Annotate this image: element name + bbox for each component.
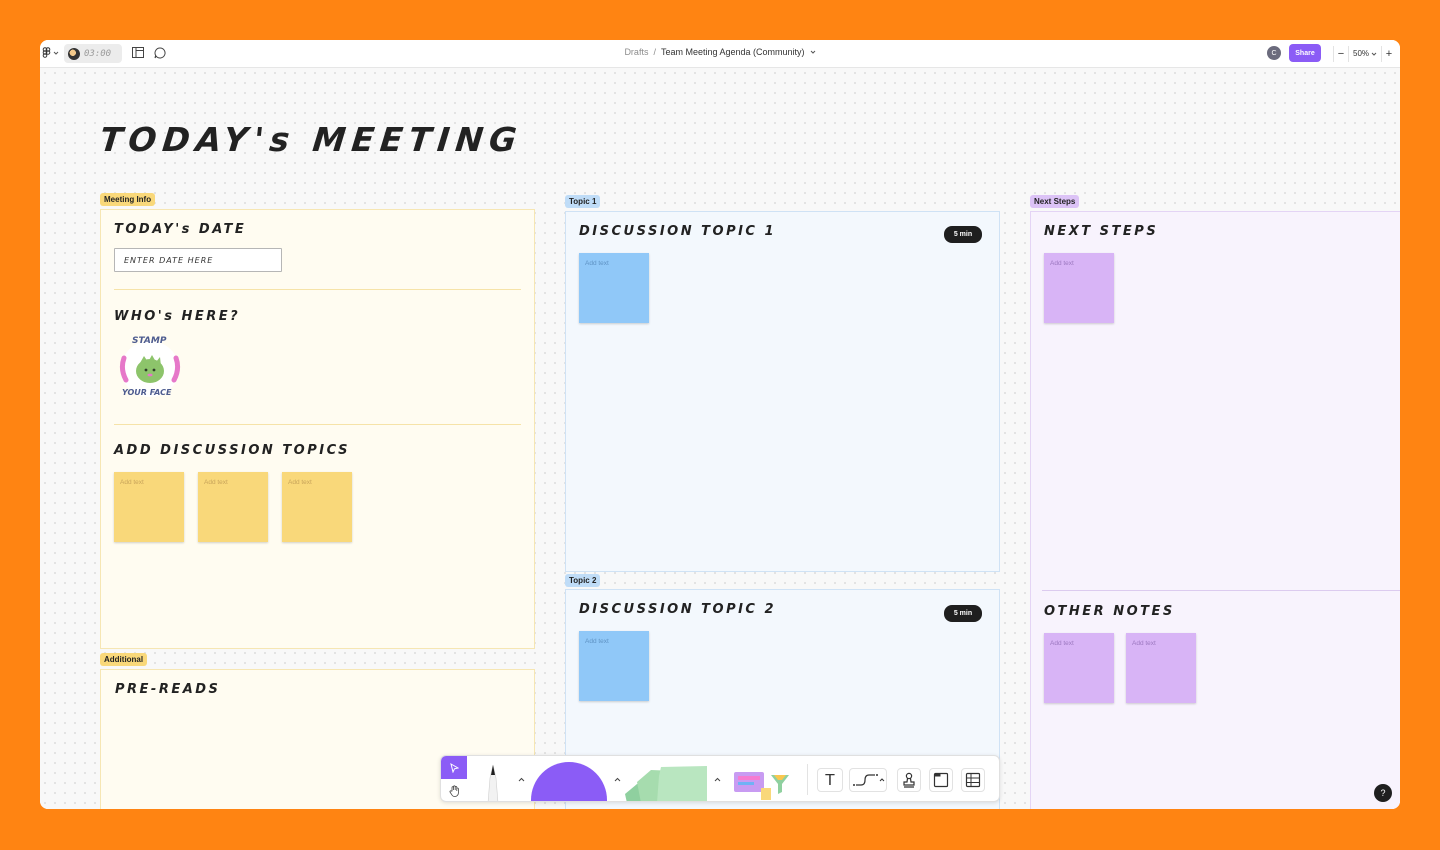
sticky-note[interactable]: Add text bbox=[579, 253, 649, 323]
table-tool-button[interactable] bbox=[961, 768, 985, 792]
breadcrumb: Drafts / Team Meeting Agenda (Community) bbox=[40, 47, 1400, 57]
connector-tool-button[interactable] bbox=[849, 768, 887, 792]
sticky-note-tool-button[interactable] bbox=[623, 764, 709, 801]
marker-icon bbox=[487, 764, 499, 801]
topics-heading[interactable]: ADD DISCUSSION TOPICS bbox=[114, 443, 350, 458]
section-tag-additional[interactable]: Additional bbox=[100, 653, 148, 666]
templates-icon bbox=[734, 772, 789, 800]
duration-badge[interactable]: 5 min bbox=[944, 605, 982, 622]
section-icon bbox=[933, 772, 949, 788]
section-divider bbox=[1042, 590, 1400, 591]
toolbar-divider bbox=[807, 764, 808, 795]
attendees-heading[interactable]: WHO's HERE? bbox=[114, 309, 240, 324]
file-name[interactable]: Team Meeting Agenda (Community) bbox=[661, 47, 805, 57]
share-button[interactable]: Share bbox=[1289, 44, 1321, 62]
sticky-note[interactable]: Add text bbox=[1044, 253, 1114, 323]
sticky-note[interactable]: Add text bbox=[579, 631, 649, 701]
chevron-down-icon[interactable] bbox=[810, 49, 816, 55]
stamp-bottom-text: YOUR FACE bbox=[122, 388, 172, 397]
hand-icon bbox=[449, 785, 459, 797]
help-button[interactable]: ? bbox=[1374, 784, 1392, 802]
section-tag-topic-1[interactable]: Topic 1 bbox=[565, 195, 601, 208]
top-bar: 03:00 Drafts / Team Meeting Agenda (Comm… bbox=[40, 40, 1400, 68]
next-steps-heading[interactable]: NEXT STEPS bbox=[1044, 224, 1158, 239]
section-divider bbox=[114, 424, 521, 425]
shape-options-button[interactable] bbox=[611, 769, 623, 789]
other-notes-heading[interactable]: OTHER NOTES bbox=[1044, 604, 1175, 619]
sticky-stack-icon bbox=[625, 766, 707, 801]
text-tool-button[interactable]: T bbox=[817, 768, 843, 792]
sticky-note[interactable]: Add text bbox=[1126, 633, 1196, 703]
figjam-window: 03:00 Drafts / Team Meeting Agenda (Comm… bbox=[40, 40, 1400, 809]
sticky-note-text: Add text bbox=[1132, 640, 1156, 647]
stamp-icon bbox=[903, 772, 915, 788]
meeting-info-section[interactable]: TODAY's DATE ENTER DATE HERE WHO's HERE?… bbox=[100, 209, 535, 649]
board-canvas[interactable]: TODAY's MEETING Meeting Info TODAY's DAT… bbox=[40, 68, 1400, 809]
stamp-your-face-sticker[interactable]: STAMP YOUR FACE bbox=[114, 336, 186, 402]
zoom-level-dropdown[interactable]: 50% bbox=[1349, 49, 1381, 58]
connector-icon bbox=[853, 774, 885, 786]
topic-1-section[interactable]: DISCUSSION TOPIC 1 5 min Add text bbox=[565, 211, 1000, 572]
duration-badge[interactable]: 5 min bbox=[944, 226, 982, 243]
sticky-note[interactable]: Add text bbox=[114, 472, 184, 542]
text-icon: T bbox=[825, 771, 835, 789]
sticky-note-text: Add text bbox=[585, 638, 609, 645]
zoom-in-button[interactable]: + bbox=[1382, 48, 1396, 60]
pre-reads-heading[interactable]: PRE-READS bbox=[115, 682, 220, 697]
stamp-top-text: STAMP bbox=[132, 336, 167, 346]
section-tag-next-steps[interactable]: Next Steps bbox=[1030, 195, 1080, 208]
pen-tool-button[interactable] bbox=[477, 760, 509, 801]
sticky-options-button[interactable] bbox=[711, 769, 723, 789]
section-tag-meeting-info[interactable]: Meeting Info bbox=[100, 193, 156, 206]
chevron-up-icon bbox=[614, 777, 620, 781]
bottom-toolbar: T bbox=[440, 755, 1000, 802]
sticky-note[interactable]: Add text bbox=[282, 472, 352, 542]
next-steps-section[interactable]: NEXT STEPS Add text OTHER NOTES Add text… bbox=[1030, 211, 1400, 809]
shape-tool-button[interactable] bbox=[531, 759, 607, 801]
sticky-note-text: Add text bbox=[204, 479, 228, 486]
sticky-note-text: Add text bbox=[585, 260, 609, 267]
date-heading[interactable]: TODAY's DATE bbox=[114, 222, 246, 237]
table-icon bbox=[965, 772, 981, 788]
zoom-controls: − 50% + bbox=[1333, 44, 1400, 63]
stamp-tool-button[interactable] bbox=[897, 768, 921, 792]
avatar[interactable]: C bbox=[1267, 46, 1281, 60]
chevron-down-icon bbox=[1371, 52, 1377, 56]
sticky-note-text: Add text bbox=[120, 479, 144, 486]
move-tool-button[interactable] bbox=[441, 756, 467, 779]
page-title[interactable]: TODAY's MEETING bbox=[98, 120, 524, 159]
hand-tool-button[interactable] bbox=[441, 779, 467, 801]
section-divider bbox=[114, 289, 521, 290]
sticky-note-text: Add text bbox=[1050, 260, 1074, 267]
sticky-note[interactable]: Add text bbox=[1044, 633, 1114, 703]
breadcrumb-separator: / bbox=[653, 47, 656, 57]
sticky-note-text: Add text bbox=[1050, 640, 1074, 647]
topic-1-heading[interactable]: DISCUSSION TOPIC 1 bbox=[579, 224, 776, 239]
chevron-up-icon bbox=[714, 777, 720, 781]
sticky-note-text: Add text bbox=[288, 479, 312, 486]
circle-shape-icon bbox=[531, 762, 607, 801]
chevron-up-icon bbox=[518, 777, 524, 781]
cursor-icon bbox=[449, 762, 459, 773]
topic-2-heading[interactable]: DISCUSSION TOPIC 2 bbox=[579, 602, 776, 617]
date-field[interactable]: ENTER DATE HERE bbox=[114, 248, 282, 272]
zoom-level-value: 50% bbox=[1353, 49, 1370, 58]
section-tag-topic-2[interactable]: Topic 2 bbox=[565, 574, 601, 587]
section-tool-button[interactable] bbox=[929, 768, 953, 792]
breadcrumb-drafts[interactable]: Drafts bbox=[624, 47, 648, 57]
zoom-out-button[interactable]: − bbox=[1334, 48, 1348, 60]
pen-options-button[interactable] bbox=[515, 769, 527, 789]
widgets-tool-button[interactable] bbox=[731, 768, 799, 801]
sticky-note[interactable]: Add text bbox=[198, 472, 268, 542]
